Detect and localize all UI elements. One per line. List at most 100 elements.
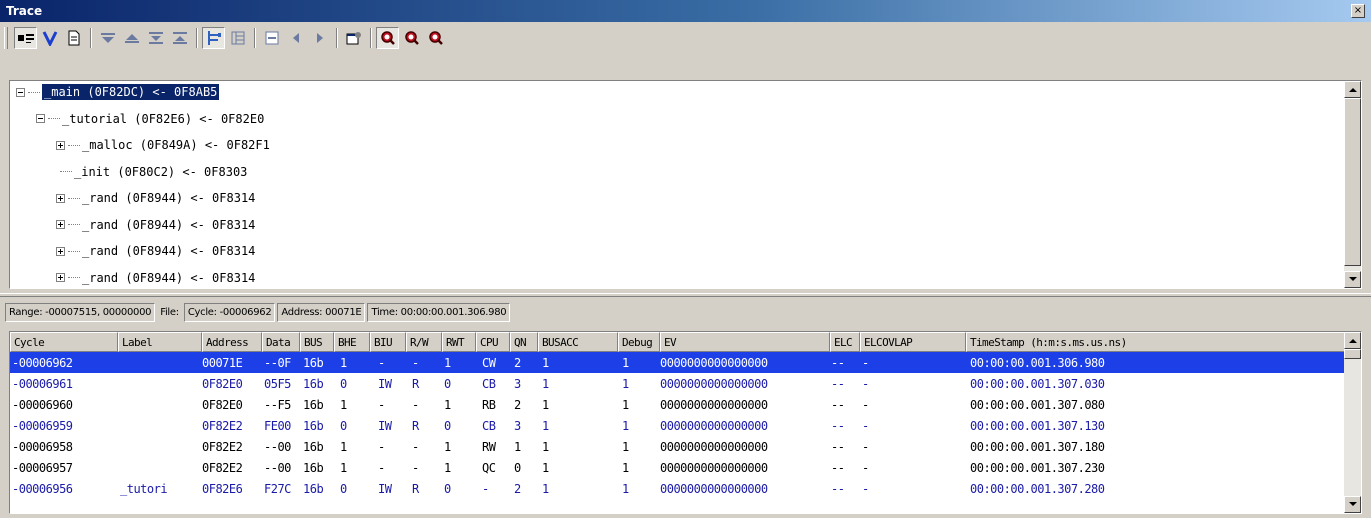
tree-node-label: _rand (0F8944) <- 0F8314 <box>82 191 256 205</box>
collapse-node-icon[interactable] <box>16 87 25 97</box>
status-bar: Range: -00007515, 00000000 File: Cycle: … <box>5 301 511 323</box>
table-cell: 0000000000000000 <box>660 418 768 433</box>
collapse-button[interactable] <box>260 27 283 49</box>
table-cell: 0F82E2 <box>202 439 243 454</box>
tree-node[interactable]: _malloc (0F849A) <- 0F82F1 <box>56 134 270 156</box>
collapse-icon <box>265 31 278 45</box>
search-previous-button[interactable] <box>400 27 423 49</box>
tree-node[interactable]: _init (0F80C2) <- 0F8303 <box>56 161 247 183</box>
table-cell: --00 <box>264 439 291 454</box>
table-cell: 1 <box>622 376 629 391</box>
table-cell: 0 <box>340 481 347 496</box>
mixed-view-icon <box>17 34 34 43</box>
tree-node-label: _rand (0F8944) <- 0F8314 <box>82 217 256 232</box>
tree-node[interactable]: _rand (0F8944) <- 0F8314 <box>56 214 255 236</box>
step-down-button[interactable] <box>96 27 119 49</box>
filter-button[interactable] <box>38 27 61 49</box>
column-header[interactable]: Address <box>202 332 262 352</box>
table-cell: -- <box>831 418 845 433</box>
table-cell: 0000000000000000 <box>660 355 768 370</box>
grid-scroll-up-button[interactable] <box>1344 332 1361 349</box>
toolbar <box>4 24 1364 52</box>
tree-node[interactable]: _main (0F82DC) <- 0F8AB5 <box>16 81 221 103</box>
column-header[interactable]: BUS <box>300 332 334 352</box>
tree-scroll-thumb[interactable] <box>1344 98 1361 266</box>
column-header[interactable]: Cycle <box>10 332 118 352</box>
column-header[interactable]: R/W <box>406 332 442 352</box>
table-cell: 1 <box>542 418 549 433</box>
goto-first-button[interactable] <box>168 27 191 49</box>
column-header[interactable]: EV <box>660 332 830 352</box>
close-button[interactable]: × <box>1351 4 1365 18</box>
tree-connector <box>68 197 80 199</box>
next-button[interactable] <box>308 27 331 49</box>
grid-scroll-down-button[interactable] <box>1344 496 1361 513</box>
previous-button[interactable] <box>284 27 307 49</box>
step-up-button[interactable] <box>120 27 143 49</box>
column-header[interactable]: BIU <box>370 332 406 352</box>
column-header[interactable]: BHE <box>334 332 370 352</box>
goto-last-button[interactable] <box>144 27 167 49</box>
mixed-view-button[interactable] <box>14 27 37 49</box>
tree-node[interactable]: _rand (0F8944) <- 0F8314 <box>56 187 255 209</box>
table-cell: QC <box>482 460 496 475</box>
tree-node[interactable]: _rand (0F8944) <- 0F8314 <box>56 240 255 262</box>
table-cell: --00 <box>264 460 291 475</box>
document-icon <box>68 30 79 46</box>
column-header[interactable]: Label <box>118 332 202 352</box>
table-cell: 0000000000000000 <box>660 397 768 412</box>
expand-icon[interactable] <box>56 273 65 282</box>
tree-node[interactable]: _tutorial (0F82E6) <- 0F82E0 <box>36 108 264 130</box>
toolbar-separator <box>370 28 372 48</box>
column-header[interactable]: TimeStamp (h:m:s.ms.us.ns) <box>966 332 1344 352</box>
table-row[interactable]: -00006956 _tutori 0F82E6 F27C 16b 0 IW R 0 - 2 1 1 00… <box>10 478 1344 499</box>
table-row[interactable]: -00006959 0F82E2 FE00 16b 0 IW R 0 CB 3 1 1 00000000… <box>10 415 1344 436</box>
properties-button[interactable] <box>342 27 365 49</box>
search-next-button[interactable] <box>424 27 447 49</box>
column-header[interactable]: CPU <box>476 332 510 352</box>
tree-node[interactable]: _rand (0F8944) <- 0F8314 <box>56 267 255 289</box>
column-header[interactable]: Data <box>262 332 300 352</box>
tree-view-button[interactable] <box>202 27 225 49</box>
table-cell: 0F82E6 <box>202 481 243 496</box>
table-cell: - <box>412 397 419 412</box>
column-header[interactable]: BUSACC <box>538 332 618 352</box>
tree-vertical-scrollbar[interactable] <box>1344 81 1361 288</box>
table-cell: 0000000000000000 <box>660 376 768 391</box>
column-header[interactable]: QN <box>510 332 538 352</box>
expand-icon[interactable] <box>56 140 65 150</box>
column-header[interactable]: ELCOVLAP <box>860 332 966 352</box>
grid-scroll-thumb[interactable] <box>1344 349 1361 359</box>
toolbar-separator <box>90 28 92 48</box>
arrow-right-icon <box>316 33 323 43</box>
table-cell: R <box>412 376 419 391</box>
column-header[interactable]: RWT <box>442 332 476 352</box>
expand-icon[interactable] <box>56 193 65 203</box>
tree-scroll-down-button[interactable] <box>1344 271 1361 288</box>
table-row[interactable]: -00006960 0F82E0 --F5 16b 1- -1 RB 2 1 1 000000000… <box>10 394 1344 415</box>
table-cell: - <box>412 460 419 475</box>
grid-vertical-scrollbar[interactable] <box>1344 332 1361 513</box>
table-row[interactable]: -00006961 0F82E0 05F5 16b 0 IW R 0 CB 3 1 1 00000000… <box>10 373 1344 394</box>
pane-splitter[interactable] <box>0 293 1371 297</box>
table-row[interactable]: -00006958 0F82E2 --00 16b 1- -1 RW 1 1 1 000000000… <box>10 436 1344 457</box>
document-button[interactable] <box>62 27 85 49</box>
table-cell: -- <box>831 397 845 412</box>
table-cell: 16b <box>303 376 324 391</box>
table-cell: - <box>378 355 385 370</box>
tree-list-button[interactable] <box>226 27 249 49</box>
search-button[interactable] <box>376 27 399 49</box>
table-row[interactable]: -00006962 00071E --0F 16b 1- -1 CW 2 1 1 000000000… <box>10 352 1344 373</box>
table-row[interactable]: -00006957 0F82E2 --00 16b 1- -1 QC 0 1 1 000000000… <box>10 457 1344 478</box>
collapse-node-icon[interactable] <box>36 114 45 123</box>
arrow-up-icon <box>1348 88 1357 92</box>
table-cell: -- <box>831 460 845 475</box>
column-header[interactable]: ELC <box>830 332 860 352</box>
expand-icon[interactable] <box>56 246 65 256</box>
table-cell: RW <box>482 439 496 454</box>
expand-icon[interactable] <box>56 220 65 229</box>
table-cell: 1 <box>622 397 629 412</box>
tree-node-label: _main (0F82DC) <- 0F8AB5 <box>40 83 221 101</box>
column-header[interactable]: Debug <box>618 332 660 352</box>
tree-scroll-up-button[interactable] <box>1344 81 1361 98</box>
